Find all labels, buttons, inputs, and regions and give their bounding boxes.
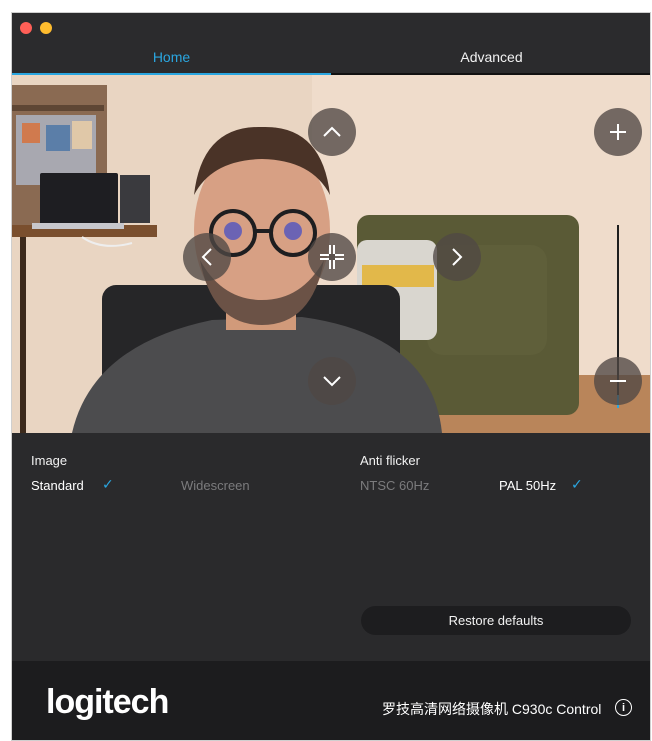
pan-up-button[interactable] (308, 108, 356, 156)
chevron-up-icon (323, 126, 341, 137)
pan-left-button[interactable] (183, 233, 231, 281)
minus-icon (610, 380, 626, 382)
center-view-button[interactable] (308, 233, 356, 281)
anti-flicker-pal-option[interactable]: PAL 50Hz (499, 478, 556, 493)
settings-panel: Image Standard ✓ Widescreen Anti flicker… (12, 433, 650, 661)
pan-down-button[interactable] (308, 357, 356, 405)
image-standard-option[interactable]: Standard (31, 478, 84, 493)
product-name: 罗技高清网络摄像机 C930c Control (382, 701, 602, 717)
anti-flicker-ntsc-option[interactable]: NTSC 60Hz (360, 478, 429, 493)
chevron-down-icon (323, 376, 341, 387)
minimize-window-button[interactable] (40, 22, 52, 34)
zoom-in-button[interactable] (594, 108, 642, 156)
checkmark-icon: ✓ (571, 476, 583, 492)
crosshair-icon (320, 245, 344, 269)
app-window: Home Advanced Image Standard ✓ Widescree… (11, 12, 651, 741)
image-section-label: Image (31, 453, 68, 468)
pan-right-button[interactable] (433, 233, 481, 281)
footer: logitech 罗技高清网络摄像机 C930c Control i (12, 661, 650, 740)
title-bar (12, 13, 650, 41)
tab-home[interactable]: Home (12, 41, 331, 73)
tab-advanced[interactable]: Advanced (332, 41, 650, 73)
chevron-right-icon (452, 248, 463, 266)
zoom-out-button[interactable] (594, 357, 642, 405)
close-window-button[interactable] (20, 22, 32, 34)
tab-bar: Home Advanced (12, 41, 650, 75)
camera-preview (12, 75, 650, 433)
image-widescreen-option[interactable]: Widescreen (181, 478, 250, 493)
checkmark-icon: ✓ (102, 476, 114, 492)
anti-flicker-section-label: Anti flicker (360, 453, 420, 468)
logitech-logo: logitech (46, 683, 169, 721)
chevron-left-icon (201, 248, 212, 266)
plus-icon (610, 124, 626, 140)
restore-defaults-button[interactable]: Restore defaults (361, 606, 631, 635)
info-icon[interactable]: i (615, 699, 632, 716)
